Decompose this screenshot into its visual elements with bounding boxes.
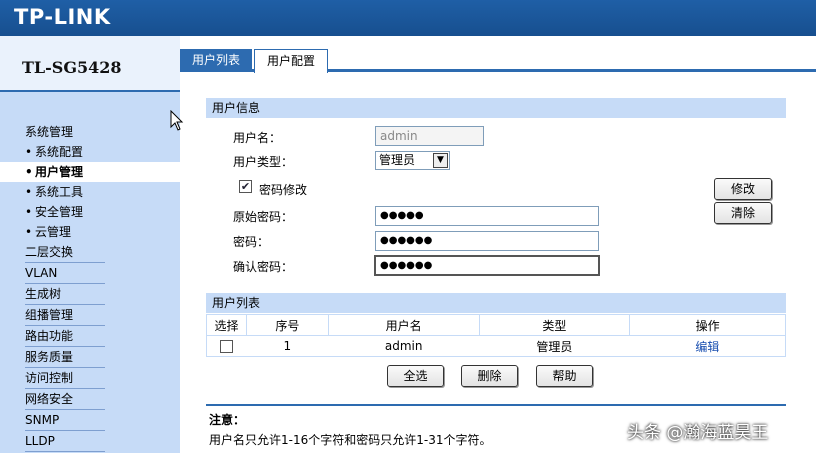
mouse-cursor-icon <box>170 110 184 131</box>
usertype-label: 用户类型： <box>233 155 294 169</box>
note-title: 注意： <box>209 413 246 427</box>
sidebar-item-network-security[interactable]: 网络安全 <box>25 389 105 410</box>
sidebar-item-spanning-tree[interactable]: 生成树 <box>25 284 105 305</box>
sidebar-item-access-control[interactable]: 访问控制 <box>25 368 105 389</box>
old-password-label: 原始密码： <box>233 210 294 224</box>
top-banner: TP-LINK <box>0 0 816 36</box>
tab-user-list[interactable]: 用户列表 <box>180 49 252 72</box>
confirm-password-input[interactable]: ●●●●●● <box>374 255 600 276</box>
note-divider <box>206 404 786 406</box>
sidebar-item-lldp[interactable]: LLDP <box>25 431 105 452</box>
model-name: TL-SG5428 <box>22 58 122 77</box>
username-field[interactable]: admin <box>375 126 484 146</box>
row-type: 管理员 <box>479 335 630 357</box>
sidebar: TL-SG5428 系统管理 • 系统配置 • 用户管理 • 系统工具 • 安全管理 •… <box>0 36 180 453</box>
table-header-row: 选择 序号 用户名 类型 操作 <box>206 314 786 336</box>
sidebar-item-l2-switching[interactable]: 二层交换 <box>25 242 105 263</box>
sidebar-item-multicast[interactable]: 组播管理 <box>25 305 105 326</box>
sidebar-item-security-management[interactable]: • 安全管理 <box>0 202 180 222</box>
sidebar-item-cloud-management[interactable]: • 云管理 <box>0 222 180 242</box>
sidebar-item-vlan[interactable]: VLAN <box>25 263 105 284</box>
change-password-checkbox[interactable]: ✔ <box>239 180 252 193</box>
chevron-down-icon[interactable]: ▼ <box>433 153 448 168</box>
sidebar-item-routing[interactable]: 路由功能 <box>25 326 105 347</box>
row-action-cell: 编辑 <box>629 335 786 357</box>
confirm-password-label: 确认密码： <box>233 260 294 274</box>
col-index: 序号 <box>246 314 329 336</box>
sidebar-item-system-tools[interactable]: • 系统工具 <box>0 182 180 202</box>
col-action: 操作 <box>629 314 786 336</box>
tab-strip: 用户列表 用户配置 <box>180 46 816 73</box>
usertype-value: 管理员 <box>379 153 416 167</box>
col-select: 选择 <box>206 314 247 336</box>
user-info-header: 用户信息 <box>206 98 786 118</box>
row-select-cell <box>206 335 247 357</box>
table-row: 1 admin 管理员 编辑 <box>206 335 786 357</box>
sidebar-item-qos[interactable]: 服务质量 <box>25 347 105 368</box>
usertype-select[interactable]: 管理员 ▼ <box>375 151 450 170</box>
user-table: 选择 序号 用户名 类型 操作 1 admin 管理员 编辑 <box>206 314 786 357</box>
model-box: TL-SG5428 <box>0 36 180 92</box>
edit-link[interactable]: 编辑 <box>695 340 719 354</box>
sidebar-item-system-config[interactable]: • 系统配置 <box>0 142 180 162</box>
col-username: 用户名 <box>328 314 480 336</box>
password-label: 密码： <box>233 235 270 249</box>
select-all-button[interactable]: 全选 <box>387 365 444 387</box>
brand-logo: TP-LINK <box>14 5 111 29</box>
tab-user-config[interactable]: 用户配置 <box>254 49 328 73</box>
password-input[interactable]: ●●●●●● <box>375 231 599 251</box>
username-label: 用户名： <box>233 131 282 145</box>
user-list-header: 用户列表 <box>206 293 786 313</box>
sidebar-item-user-management[interactable]: • 用户管理 <box>0 162 180 182</box>
note-text: 用户名只允许1-16个字符和密码只允许1-31个字符。 <box>209 433 492 447</box>
help-button[interactable]: 帮助 <box>536 365 593 387</box>
sidebar-item-system-management[interactable]: 系统管理 <box>0 122 180 142</box>
modify-button[interactable]: 修改 <box>714 178 772 200</box>
row-username: admin <box>328 335 480 357</box>
col-type: 类型 <box>479 314 631 336</box>
watermark: 头条 @瀚海蓝昊王 <box>627 423 769 443</box>
old-password-input[interactable]: ●●●●● <box>375 206 599 226</box>
delete-button[interactable]: 删除 <box>461 365 518 387</box>
clear-button[interactable]: 清除 <box>714 202 772 224</box>
row-select-checkbox[interactable] <box>220 340 234 353</box>
sidebar-item-snmp[interactable]: SNMP <box>25 410 105 431</box>
change-password-label: 密码修改 <box>259 183 308 197</box>
row-index: 1 <box>246 335 329 357</box>
sidebar-nav: 系统管理 • 系统配置 • 用户管理 • 系统工具 • 安全管理 • 云管理 二层交换 V… <box>0 122 180 452</box>
